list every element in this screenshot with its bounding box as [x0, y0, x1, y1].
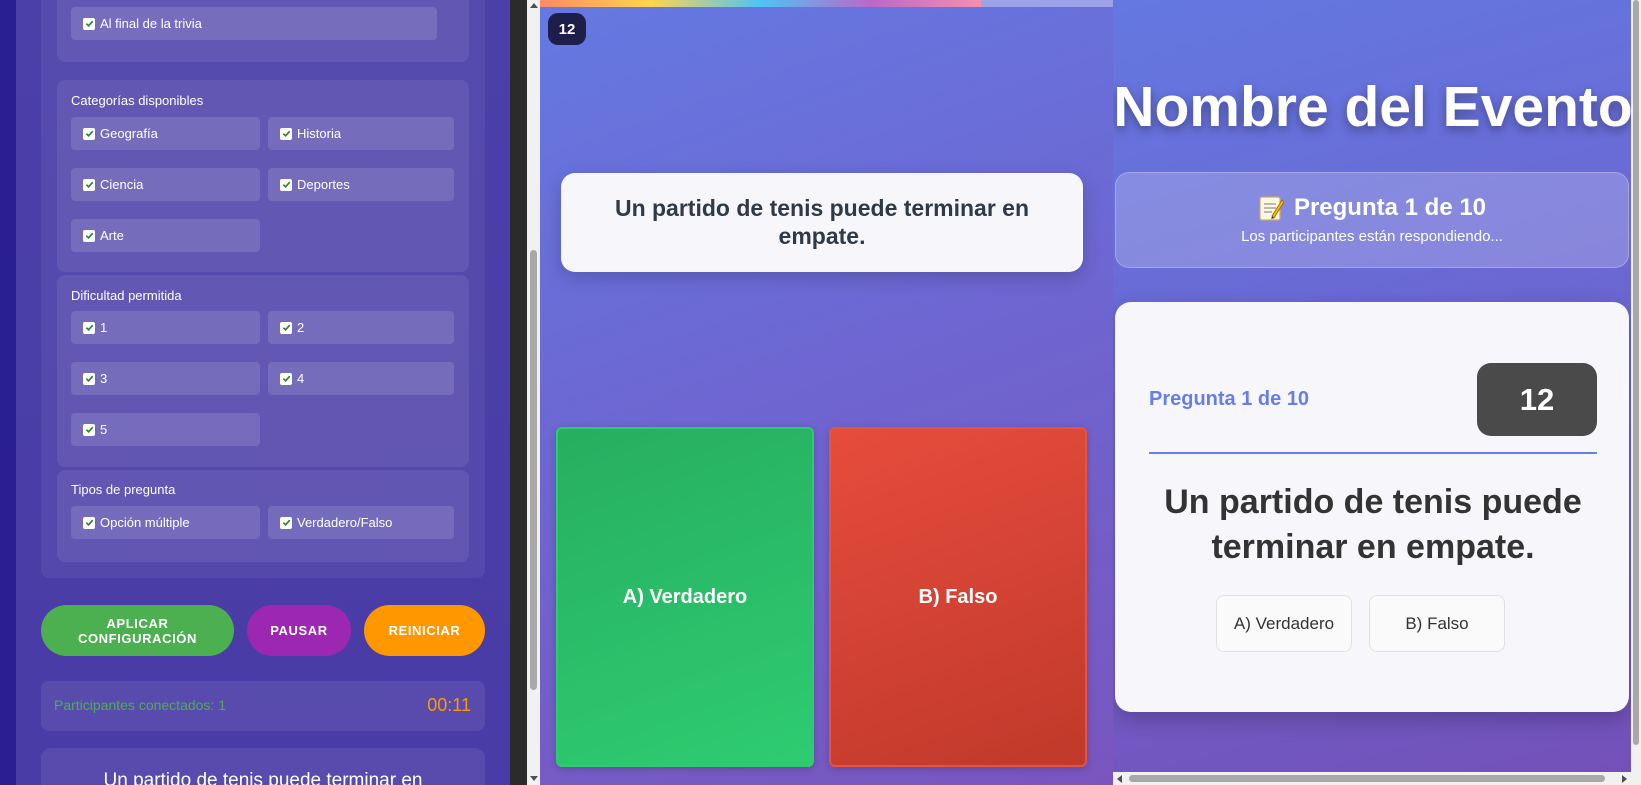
apply-config-label: APLICAR CONFIGURACIÓN [77, 615, 198, 646]
checkbox-label: Historia [297, 126, 342, 141]
checkbox-label: Arte [100, 228, 124, 243]
scroll-left-arrow-icon[interactable] [1117, 775, 1122, 783]
display-option-true: A) Verdadero [1216, 595, 1352, 652]
checkbox-difficulty-3[interactable]: 3 [71, 362, 260, 395]
scroll-down-arrow-icon[interactable] [530, 776, 538, 781]
answer-false-button[interactable]: B) Falso [829, 427, 1087, 767]
checkbox-category-deportes[interactable]: Deportes [268, 168, 454, 201]
checkbox-label: Verdadero/Falso [297, 515, 393, 530]
scrollbar-thumb[interactable] [1129, 775, 1605, 782]
pause-button[interactable]: PAUSAR [247, 605, 351, 656]
checkbox-difficulty-1[interactable]: 1 [71, 311, 260, 344]
scroll-right-arrow-icon[interactable] [1622, 775, 1627, 783]
scroll-up-arrow-icon[interactable] [530, 3, 538, 8]
player-view: 12 Un partido de tenis puede terminar en… [540, 0, 1113, 785]
player-question-card: Un partido de tenis puede terminar en em… [561, 173, 1083, 272]
status-heading-text: Pregunta 1 de 10 [1293, 194, 1487, 221]
admin-scrollbar[interactable] [527, 0, 540, 785]
progress-fill [540, 0, 982, 7]
question-progress-bar [540, 0, 1113, 7]
event-title: Nombre del Evento [1113, 75, 1633, 139]
reset-button[interactable]: REINICIAR [364, 605, 485, 656]
checkbox-label: 5 [100, 422, 108, 437]
memo-icon [1258, 194, 1285, 222]
display-question-text: Un partido de tenis puede terminar en em… [1164, 483, 1582, 566]
question-types-title: Tipos de pregunta [71, 482, 176, 497]
categories-title: Categorías disponibles [71, 93, 204, 108]
scrollbar-thumb[interactable] [1633, 0, 1639, 745]
apply-config-button[interactable]: APLICAR CONFIGURACIÓN [41, 605, 234, 656]
checkbox-end-option[interactable]: Al final de la trivia [71, 7, 437, 40]
participants-count: Participantes conectados: 1 [54, 697, 226, 713]
check-icon [280, 321, 292, 334]
check-icon [83, 423, 95, 436]
checkbox-type-truefalse[interactable]: Verdadero/Falso [268, 506, 454, 539]
display-option-false: B) Falso [1369, 595, 1505, 652]
check-icon [83, 17, 95, 30]
checkbox-difficulty-4[interactable]: 4 [268, 362, 454, 395]
display-horizontal-scrollbar[interactable] [1113, 772, 1631, 785]
check-icon [83, 127, 95, 140]
difficulty-title: Dificultad permitida [71, 288, 182, 303]
checkbox-label: 1 [100, 320, 108, 335]
checkbox-category-geografia[interactable]: Geografía [71, 117, 260, 150]
status-heading: Pregunta 1 de 10 [1116, 194, 1628, 222]
card-divider [1149, 452, 1597, 454]
check-icon [83, 372, 95, 385]
player-timer-badge: 12 [548, 13, 586, 45]
answer-true-button[interactable]: A) Verdadero [556, 427, 814, 767]
end-option-group: Al final de la trivia [57, 0, 469, 62]
elapsed-time: 00:11 [427, 695, 471, 715]
checkbox-label: Al final de la trivia [100, 16, 202, 31]
categories-group: Categorías disponibles Geografía Histori… [57, 80, 469, 272]
checkbox-category-arte[interactable]: Arte [71, 219, 260, 252]
check-icon [280, 127, 292, 140]
check-icon [280, 372, 292, 385]
question-preview: Un partido de tenis puede terminar en [41, 748, 485, 785]
status-subtext: Los participantes están respondiendo... [1241, 228, 1503, 245]
checkbox-label: 4 [297, 371, 305, 386]
question-types-group: Tipos de pregunta Opción múltiple Verdad… [57, 470, 469, 562]
display-timer: 12 [1477, 363, 1597, 436]
difficulty-group: Dificultad permitida 1 2 3 4 5 [57, 275, 469, 467]
checkbox-label: Opción múltiple [100, 515, 190, 530]
checkbox-label: Deportes [297, 177, 350, 192]
checkbox-category-ciencia[interactable]: Ciencia [71, 168, 260, 201]
check-icon [83, 229, 95, 242]
checkbox-category-historia[interactable]: Historia [268, 117, 454, 150]
check-icon [280, 178, 292, 191]
pane-divider [510, 0, 527, 785]
check-icon [280, 516, 292, 529]
scrollbar-thumb[interactable] [530, 250, 537, 690]
preview-question-text: Un partido de tenis puede terminar en [103, 770, 423, 785]
admin-side-rail [0, 0, 16, 785]
check-icon [83, 321, 95, 334]
check-icon [83, 516, 95, 529]
question-status-banner: Pregunta 1 de 10 Los participantes están… [1115, 172, 1629, 268]
check-icon [83, 178, 95, 191]
display-view: Nombre del Evento Pregunta 1 de 10 Los p… [1113, 0, 1641, 785]
checkbox-label: 2 [297, 320, 305, 335]
display-vertical-scrollbar[interactable] [1631, 0, 1641, 785]
admin-panel: Al final de la trivia Categorías disponi… [0, 0, 510, 785]
connection-status: Participantes conectados: 1 00:11 [41, 681, 485, 731]
checkbox-label: Geografía [100, 126, 158, 141]
checkbox-type-multiple[interactable]: Opción múltiple [71, 506, 260, 539]
checkbox-difficulty-2[interactable]: 2 [268, 311, 454, 344]
display-question-card: Pregunta 1 de 10 12 Un partido de tenis … [1115, 302, 1629, 712]
question-number: Pregunta 1 de 10 [1149, 388, 1310, 410]
checkbox-label: Ciencia [100, 177, 144, 192]
checkbox-label: 3 [100, 371, 108, 386]
checkbox-difficulty-5[interactable]: 5 [71, 413, 260, 446]
player-question-text: Un partido de tenis puede terminar en em… [614, 195, 1030, 249]
